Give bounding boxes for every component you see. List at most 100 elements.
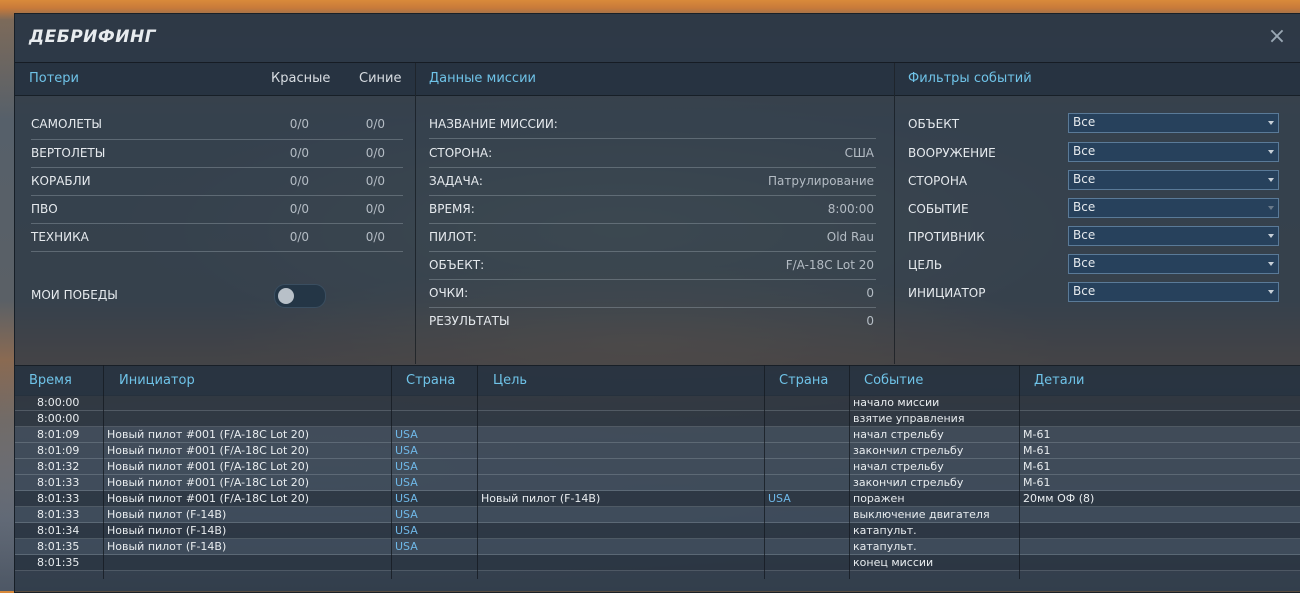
separator: [31, 139, 403, 140]
my-wins-toggle[interactable]: [274, 284, 326, 308]
chevron-down-icon: [1268, 206, 1274, 210]
table-row[interactable]: 8:01:35 конец миссии: [15, 555, 1300, 571]
filter-weapon-select[interactable]: Все: [1068, 142, 1279, 162]
col-header-initiator[interactable]: Инициатор: [119, 373, 195, 388]
col-header-country[interactable]: Страна: [406, 373, 455, 388]
filter-event-select[interactable]: Все: [1068, 198, 1279, 218]
cell-country[interactable]: USA: [395, 540, 418, 553]
filters-title: Фильтры событий: [908, 71, 1032, 86]
filter-enemy-select[interactable]: Все: [1068, 226, 1279, 246]
cell-event: взятие управления: [853, 412, 965, 425]
separator: [429, 138, 876, 139]
my-wins-label: МОИ ПОБЕДЫ: [31, 288, 118, 302]
table-row[interactable]: 8:00:00 начало миссии: [15, 395, 1300, 411]
cell-event: катапульт.: [853, 524, 917, 537]
col-header-time[interactable]: Время: [29, 373, 72, 388]
separator: [429, 167, 876, 168]
separator: [429, 251, 876, 252]
cell-country[interactable]: USA: [395, 460, 418, 473]
cell-country[interactable]: USA: [395, 492, 418, 505]
mission-label: ПИЛОТ:: [429, 230, 477, 244]
loss-label: САМОЛЕТЫ: [31, 117, 102, 131]
mission-value: 0: [866, 314, 874, 328]
cell-country[interactable]: USA: [395, 508, 418, 521]
column-divider: [477, 365, 478, 579]
table-row[interactable]: 8:01:32 Новый пилот #001 (F/A-18C Lot 20)…: [15, 459, 1300, 475]
mission-label: СТОРОНА:: [429, 146, 493, 160]
cell-time: 8:01:35: [37, 540, 80, 553]
cell-time: 8:01:33: [37, 508, 80, 521]
separator: [429, 279, 876, 280]
filter-label: ЦЕЛЬ: [908, 258, 943, 272]
filter-side-select[interactable]: Все: [1068, 170, 1279, 190]
cell-country[interactable]: USA: [395, 444, 418, 457]
col-header-target[interactable]: Цель: [493, 373, 527, 388]
losses-col-blue: Синие: [359, 71, 402, 86]
mission-label: ЗАДАЧА:: [429, 174, 483, 188]
cell-event: конец миссии: [853, 556, 934, 569]
mission-label: ВРЕМЯ:: [429, 202, 475, 216]
mission-value: 0: [866, 286, 874, 300]
cell-event: выключение двигателя: [853, 508, 990, 521]
separator: [429, 307, 876, 308]
cell-initiator: Новый пилот (F-14B): [107, 524, 227, 537]
filter-initiator-select[interactable]: Все: [1068, 282, 1279, 302]
cell-initiator: Новый пилот #001 (F/A-18C Lot 20): [107, 428, 310, 441]
chevron-down-icon: [1268, 234, 1274, 238]
loss-blue: 0/0: [365, 230, 385, 244]
row-separator: [15, 570, 1300, 571]
cell-initiator: Новый пилот #001 (F/A-18C Lot 20): [107, 444, 310, 457]
column-divider: [103, 365, 104, 579]
table-row[interactable]: 8:01:33 Новый пилот #001 (F/A-18C Lot 20)…: [15, 475, 1300, 491]
filter-label: ПРОТИВНИК: [908, 230, 985, 244]
cell-initiator: Новый пилот (F-14B): [107, 540, 227, 553]
chevron-down-icon: [1268, 121, 1274, 125]
mission-value: США: [844, 146, 874, 160]
cell-country[interactable]: USA: [395, 524, 418, 537]
cell-country[interactable]: USA: [395, 428, 418, 441]
filter-target-select[interactable]: Все: [1068, 254, 1279, 274]
mission-value: Old Rau: [826, 230, 874, 244]
column-divider: [1019, 365, 1020, 579]
table-row[interactable]: 8:01:33 Новый пилот #001 (F/A-18C Lot 20)…: [15, 491, 1300, 507]
column-divider: [849, 365, 850, 579]
filter-object-select[interactable]: Все: [1068, 113, 1279, 133]
separator: [429, 223, 876, 224]
select-value: Все: [1073, 144, 1096, 158]
divider: [415, 63, 416, 364]
table-row[interactable]: 8:01:34 Новый пилот (F-14B) USA катапульт.: [15, 523, 1300, 539]
col-header-details[interactable]: Детали: [1034, 373, 1084, 388]
cell-time: 8:01:34: [37, 524, 80, 537]
titlebar: ДЕБРИФИНГ ×: [15, 14, 1300, 63]
mission-title: Данные миссии: [429, 71, 536, 86]
col-header-target-country[interactable]: Страна: [779, 373, 828, 388]
loss-red: 0/0: [289, 174, 309, 188]
table-row[interactable]: 8:00:00 взятие управления: [15, 411, 1300, 427]
column-divider: [391, 365, 392, 579]
mission-value: F/A-18C Lot 20: [785, 258, 874, 272]
loss-label: ПВО: [31, 202, 58, 216]
filters-header: Фильтры событий: [895, 63, 1300, 96]
cell-target-country[interactable]: USA: [768, 492, 791, 505]
select-value: Все: [1073, 172, 1096, 186]
mission-header: Данные миссии: [416, 63, 894, 96]
select-value: Все: [1073, 200, 1096, 214]
filter-label: ВООРУЖЕНИЕ: [908, 146, 996, 160]
cell-country[interactable]: USA: [395, 476, 418, 489]
close-icon[interactable]: ×: [1267, 26, 1287, 48]
table-row[interactable]: 8:01:09 Новый пилот #001 (F/A-18C Lot 20)…: [15, 443, 1300, 459]
table-row[interactable]: 8:01:09 Новый пилот #001 (F/A-18C Lot 20)…: [15, 427, 1300, 443]
mission-label: НАЗВАНИЕ МИССИИ:: [429, 117, 558, 131]
col-header-event[interactable]: Событие: [864, 373, 923, 388]
debriefing-window: ДЕБРИФИНГ × Потери Красные Синие Данные …: [14, 13, 1300, 593]
separator: [31, 195, 403, 196]
cell-details: M-61: [1023, 460, 1051, 473]
cell-target: Новый пилот (F-14B): [481, 492, 601, 505]
table-row[interactable]: 8:01:35 Новый пилот (F-14B) USA катапульт.: [15, 539, 1300, 555]
window-title: ДЕБРИФИНГ: [29, 27, 157, 47]
cell-time: 8:01:09: [37, 444, 80, 457]
table-row[interactable]: 8:01:33 Новый пилот (F-14B) USA выключение …: [15, 507, 1300, 523]
cell-event: закончил стрельбу: [853, 476, 964, 489]
cell-event: катапульт.: [853, 540, 917, 553]
loss-red: 0/0: [289, 202, 309, 216]
